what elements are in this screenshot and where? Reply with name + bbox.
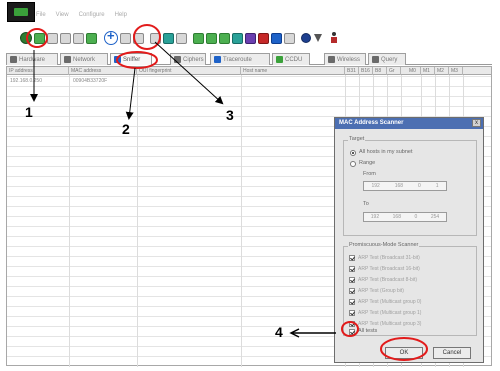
arrow-3: [154, 41, 224, 105]
highlight-circle: [341, 321, 359, 337]
annotation-overlay: [26, 24, 428, 361]
highlight-circle: [380, 337, 428, 361]
annotation-number-3: 3: [226, 107, 234, 123]
app-window: File View Configure Help Hardware Networ…: [0, 0, 500, 371]
annotation-number-4: 4: [275, 324, 283, 340]
highlight-circle: [26, 28, 48, 48]
arrow-2: [125, 67, 136, 120]
annotation-number-2: 2: [122, 121, 130, 137]
annotation-number-1: 1: [25, 104, 33, 120]
highlight-circle: [133, 24, 161, 50]
highlight-circle: [116, 51, 158, 69]
